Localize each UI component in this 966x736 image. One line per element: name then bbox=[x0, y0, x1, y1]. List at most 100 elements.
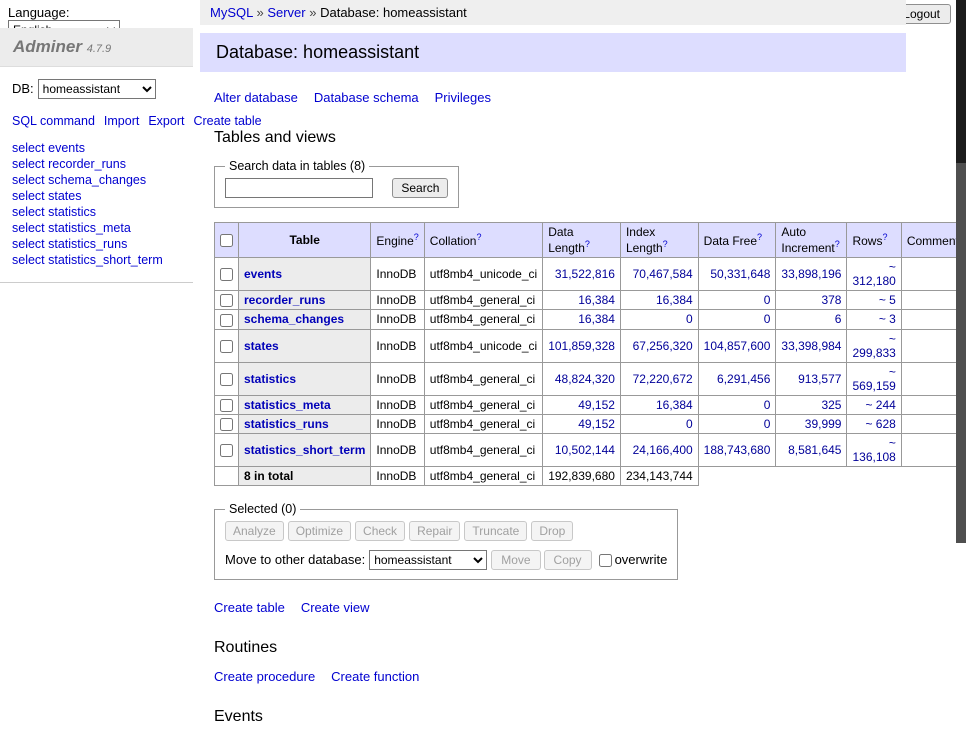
db-nav-link-privileges[interactable]: Privileges bbox=[435, 90, 491, 105]
data-length-cell: 16,384 bbox=[543, 291, 621, 310]
table-name-link[interactable]: events bbox=[244, 267, 282, 281]
breadcrumb-link[interactable]: MySQL bbox=[210, 5, 253, 20]
table-name-link[interactable]: statistics bbox=[244, 372, 296, 386]
index-length-cell: 70,467,584 bbox=[620, 258, 698, 291]
table-row: eventsInnoDButf8mb4_unicode_ci31,522,816… bbox=[215, 258, 966, 291]
table-name-link[interactable]: states bbox=[244, 339, 279, 353]
help-link[interactable]: ? bbox=[663, 239, 668, 249]
row-checkbox-cell bbox=[215, 362, 239, 395]
row-checkbox[interactable] bbox=[220, 444, 233, 457]
table-name-link[interactable]: statistics_runs bbox=[244, 417, 329, 431]
data-length-cell: 48,824,320 bbox=[543, 362, 621, 395]
main-content: MySQL » Server » Database: homeassistant… bbox=[200, 0, 906, 736]
header-row: TableEngine?Collation?Data Length?Index … bbox=[215, 223, 966, 258]
overwrite-checkbox[interactable] bbox=[599, 554, 612, 567]
routine-link-create-function[interactable]: Create function bbox=[331, 669, 419, 684]
table-name-cell: statistics bbox=[239, 362, 371, 395]
row-checkbox-cell bbox=[215, 329, 239, 362]
overwrite-option[interactable]: overwrite bbox=[599, 552, 668, 567]
move-db-select[interactable]: homeassistant bbox=[369, 550, 487, 570]
index-length-cell: 24,166,400 bbox=[620, 434, 698, 467]
help-link[interactable]: ? bbox=[757, 232, 762, 242]
selected-legend: Selected (0) bbox=[225, 502, 300, 516]
routine-link-create-procedure[interactable]: Create procedure bbox=[214, 669, 315, 684]
db-nav-links: Alter database Database schema Privileges bbox=[214, 90, 892, 105]
search-input[interactable] bbox=[225, 178, 373, 198]
truncate-button[interactable]: Truncate bbox=[464, 521, 527, 541]
sidebar-table-link[interactable]: select recorder_runs bbox=[12, 157, 126, 171]
sidebar-action-link-sql-command[interactable]: SQL command bbox=[12, 114, 95, 128]
help-link[interactable]: ? bbox=[882, 232, 887, 242]
help-link[interactable]: ? bbox=[835, 239, 840, 249]
routines-heading: Routines bbox=[214, 639, 892, 657]
help-link[interactable]: ? bbox=[476, 232, 481, 242]
row-checkbox[interactable] bbox=[220, 373, 233, 386]
breadcrumb-separator: » bbox=[253, 5, 267, 20]
db-nav-link-database-schema[interactable]: Database schema bbox=[314, 90, 419, 105]
row-checkbox[interactable] bbox=[220, 294, 233, 307]
sidebar-table-link[interactable]: select statistics bbox=[12, 205, 96, 219]
row-checkbox[interactable] bbox=[220, 418, 233, 431]
table-list-item: select statistics_short_term bbox=[12, 252, 181, 268]
table-name-cell: statistics_meta bbox=[239, 395, 371, 414]
overwrite-label: overwrite bbox=[615, 552, 668, 567]
search-button[interactable]: Search bbox=[392, 178, 448, 198]
copy-button[interactable]: Copy bbox=[544, 550, 592, 570]
row-checkbox[interactable] bbox=[220, 340, 233, 353]
auto-increment-cell: 325 bbox=[776, 395, 847, 414]
sidebar-table-link[interactable]: select statistics_short_term bbox=[12, 253, 163, 267]
db-select[interactable]: homeassistant bbox=[38, 79, 156, 99]
column-header-table: Table bbox=[239, 223, 371, 258]
table-name-link[interactable]: statistics_short_term bbox=[244, 443, 365, 457]
check-button[interactable]: Check bbox=[355, 521, 405, 541]
sidebar-table-link[interactable]: select statistics_meta bbox=[12, 221, 131, 235]
sidebar-table-link[interactable]: select states bbox=[12, 189, 81, 203]
create-link-create-view[interactable]: Create view bbox=[301, 600, 370, 615]
sidebar-table-link[interactable]: select schema_changes bbox=[12, 173, 146, 187]
collation-cell: utf8mb4_general_ci bbox=[424, 362, 542, 395]
select-all-checkbox[interactable] bbox=[220, 234, 233, 247]
table-row: recorder_runsInnoDButf8mb4_general_ci16,… bbox=[215, 291, 966, 310]
breadcrumb-link[interactable]: Server bbox=[267, 5, 305, 20]
optimize-button[interactable]: Optimize bbox=[288, 521, 351, 541]
total-checkbox-cell bbox=[215, 467, 239, 486]
index-length-cell: 0 bbox=[620, 414, 698, 433]
column-header-label: Table bbox=[289, 233, 319, 247]
table-name-link[interactable]: recorder_runs bbox=[244, 293, 325, 307]
db-form: DB:homeassistant bbox=[12, 79, 181, 99]
total-label-cell: 8 in total bbox=[239, 467, 371, 486]
app-version: 4.7.9 bbox=[87, 43, 111, 55]
data-length-cell: 49,152 bbox=[543, 414, 621, 433]
table-list-item: select recorder_runs bbox=[12, 156, 181, 172]
sidebar-table-link[interactable]: select statistics_runs bbox=[12, 237, 127, 251]
rows-count-cell: ~ 569,159 bbox=[847, 362, 901, 395]
data-free-cell: 0 bbox=[698, 310, 776, 329]
analyze-button[interactable]: Analyze bbox=[225, 521, 284, 541]
sidebar-action-link-import[interactable]: Import bbox=[104, 114, 139, 128]
repair-button[interactable]: Repair bbox=[409, 521, 460, 541]
table-name-cell: events bbox=[239, 258, 371, 291]
sidebar-action-link-export[interactable]: Export bbox=[148, 114, 184, 128]
row-checkbox[interactable] bbox=[220, 314, 233, 327]
create-link-create-table[interactable]: Create table bbox=[214, 600, 285, 615]
db-nav-link-alter-database[interactable]: Alter database bbox=[214, 90, 298, 105]
help-link[interactable]: ? bbox=[414, 232, 419, 242]
column-header-collation: Collation? bbox=[424, 223, 542, 258]
move-button[interactable]: Move bbox=[491, 550, 540, 570]
scrollbar-thumb[interactable] bbox=[956, 0, 966, 163]
drop-button[interactable]: Drop bbox=[531, 521, 573, 541]
data-length-cell: 10,502,144 bbox=[543, 434, 621, 467]
move-label: Move to other database: bbox=[225, 552, 365, 567]
column-header-rows: Rows? bbox=[847, 223, 901, 258]
table-name-link[interactable]: schema_changes bbox=[244, 312, 344, 326]
data-free-cell: 0 bbox=[698, 395, 776, 414]
table-name-link[interactable]: statistics_meta bbox=[244, 398, 331, 412]
scrollbar[interactable] bbox=[956, 0, 966, 543]
row-checkbox[interactable] bbox=[220, 399, 233, 412]
index-length-cell: 72,220,672 bbox=[620, 362, 698, 395]
row-checkbox[interactable] bbox=[220, 268, 233, 281]
page-title: Database: homeassistant bbox=[200, 33, 906, 72]
breadcrumb-current: Database: homeassistant bbox=[320, 5, 467, 20]
help-link[interactable]: ? bbox=[585, 239, 590, 249]
sidebar-table-link[interactable]: select events bbox=[12, 141, 85, 155]
